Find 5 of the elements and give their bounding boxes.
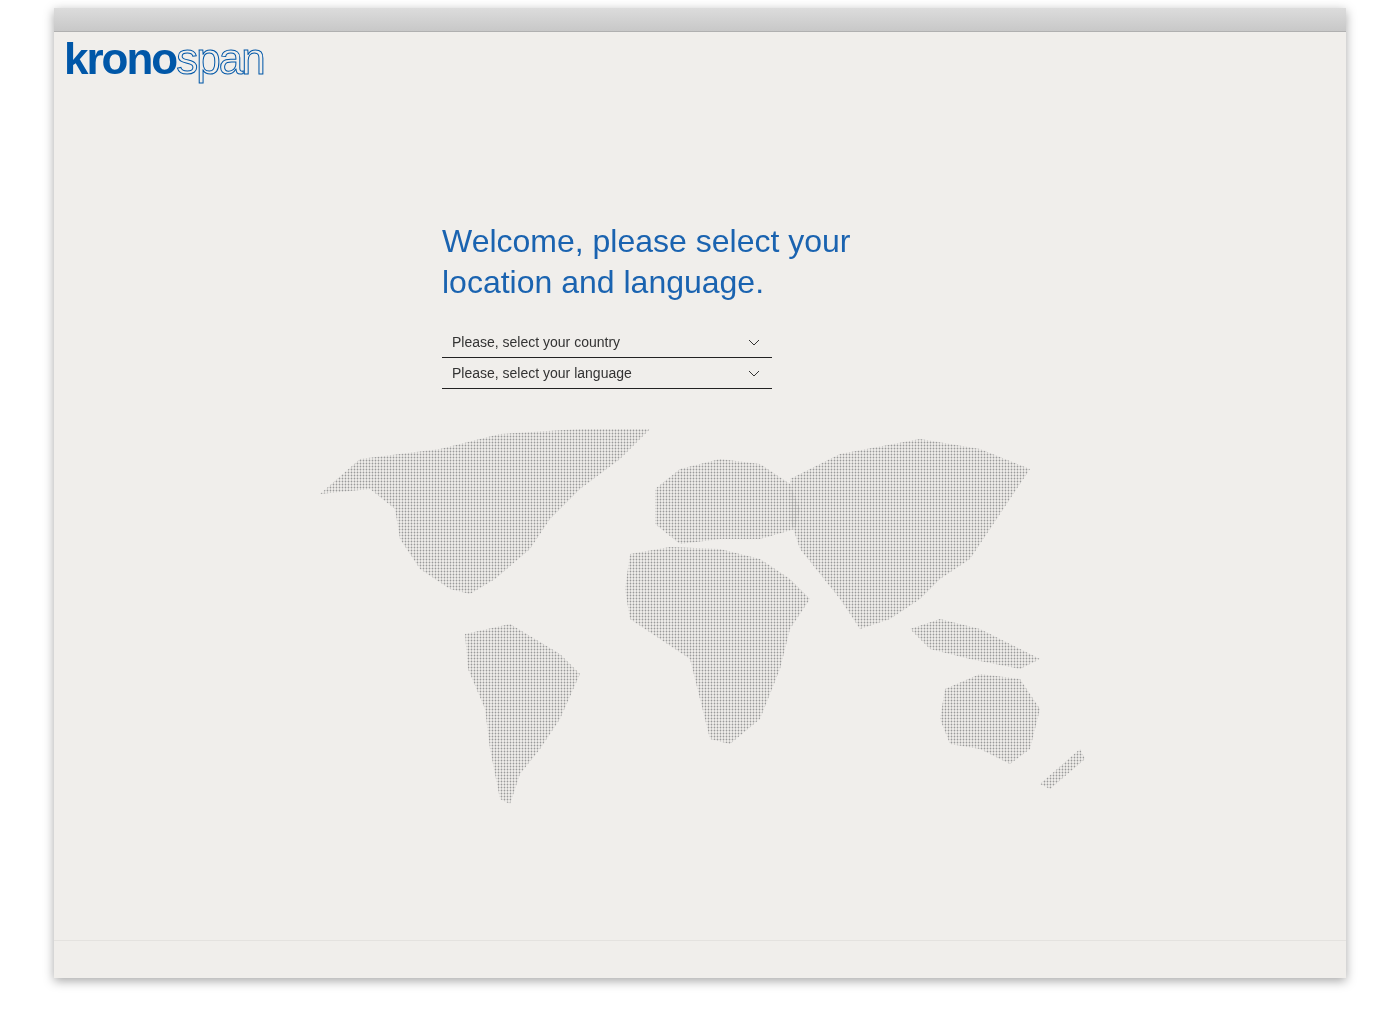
chevron-down-icon [748,338,760,346]
dropdown-select[interactable]: Please, select your language [442,358,772,389]
chevron-down-icon [748,369,760,377]
dropdown-select[interactable]: Please, select your country [442,327,772,358]
welcome-heading: Welcome, please select your location and language. [442,222,852,302]
